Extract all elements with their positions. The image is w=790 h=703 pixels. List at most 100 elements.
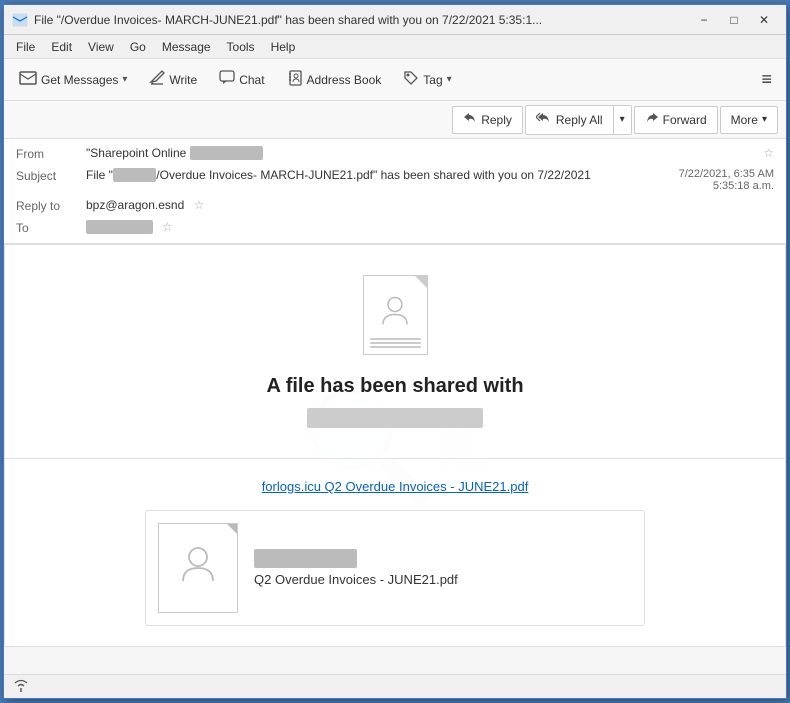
file-shared-email-blurred [307, 408, 482, 428]
reply-to-text: bpz@aragon.esnd [86, 198, 184, 212]
subject-text-middle: /Overdue Invoices- MARCH-JUNE21.pdf" has… [156, 168, 591, 182]
forward-button[interactable]: Forward [634, 106, 718, 134]
email-body: 🔍 IL [4, 244, 786, 674]
file-card-name-row [254, 549, 458, 568]
reply-to-label: Reply to [16, 198, 86, 213]
menu-file[interactable]: File [8, 38, 43, 56]
get-messages-icon [19, 70, 37, 89]
file-icon-lines [370, 338, 421, 348]
tag-dropdown-icon[interactable]: ▾ [447, 74, 452, 85]
file-line-2 [370, 342, 421, 344]
more-dropdown-icon: ▾ [762, 114, 767, 125]
menu-edit[interactable]: Edit [43, 38, 80, 56]
chat-button[interactable]: Chat [210, 65, 273, 94]
file-line-3 [370, 346, 421, 348]
main-window: File " /Overdue Invoices- MARCH-JUNE21.pd… [3, 4, 787, 699]
file-shared-email [307, 408, 482, 428]
toolbar: Get Messages ▾ Write Chat [4, 59, 786, 101]
subject-value: File " /Overdue Invoices- MARCH-JUNE21.p… [86, 168, 669, 182]
menu-tools[interactable]: Tools [219, 38, 263, 56]
more-label: More [731, 113, 758, 127]
to-row: To ☆ [4, 217, 786, 239]
window-title: File "/Overdue Invoices- MARCH-JUNE21.pd… [34, 13, 690, 27]
file-icon-person-symbol [379, 295, 411, 336]
chat-icon [219, 70, 235, 89]
get-messages-label: Get Messages [41, 73, 118, 87]
time-value: 5:35:18 a.m. [679, 180, 774, 192]
reply-to-row: Reply to bpz@aragon.esnd ☆ [4, 195, 786, 217]
reply-all-label: Reply All [556, 113, 603, 127]
app-icon [12, 12, 28, 28]
address-book-icon [287, 70, 303, 89]
subject-blurred [113, 168, 156, 182]
file-shared-title: A file has been shared with [266, 375, 523, 398]
subject-date: 7/22/2021, 6:35 AM 5:35:18 a.m. [669, 168, 774, 192]
write-label: Write [169, 73, 197, 87]
get-messages-button[interactable]: Get Messages ▾ [10, 65, 136, 94]
chat-label: Chat [239, 73, 264, 87]
email-headers: From "Sharepoint Online ☆ Subject File "… [4, 139, 786, 244]
to-value: ☆ [86, 220, 774, 234]
to-star[interactable]: ☆ [162, 220, 173, 234]
from-label: From [16, 146, 86, 161]
file-card-info: Q2 Overdue Invoices - JUNE21.pdf [254, 549, 458, 587]
reply-all-dropdown-icon: ▾ [620, 114, 625, 125]
tag-icon [403, 70, 419, 89]
date-value: 7/22/2021, 6:35 AM [679, 168, 774, 180]
write-button[interactable]: Write [140, 65, 206, 94]
from-star[interactable]: ☆ [763, 146, 774, 160]
menu-go[interactable]: Go [122, 38, 154, 56]
file-card-icon [158, 523, 238, 613]
file-card-blurred [254, 549, 357, 568]
write-icon [149, 70, 165, 89]
file-icon-large [363, 275, 428, 355]
address-book-button[interactable]: Address Book [278, 65, 391, 94]
menubar: File Edit View Go Message Tools Help [4, 35, 786, 59]
status-bar [4, 674, 786, 698]
wifi-icon [12, 678, 30, 695]
menu-help[interactable]: Help [263, 38, 304, 56]
email-content: 🔍 IL [4, 244, 786, 647]
window-controls: − □ ✕ [690, 9, 778, 31]
from-row: From "Sharepoint Online ☆ [4, 143, 786, 165]
menu-view[interactable]: View [80, 38, 122, 56]
to-blurred [86, 220, 153, 234]
from-blurred [190, 146, 263, 160]
maximize-button[interactable]: □ [720, 9, 748, 31]
menu-message[interactable]: Message [154, 38, 219, 56]
link-section: forlogs.icu Q2 Overdue Invoices - JUNE21… [5, 459, 785, 646]
titlebar: File "/Overdue Invoices- MARCH-JUNE21.pd… [4, 5, 786, 35]
reply-icon [463, 112, 477, 127]
file-card-filename: Q2 Overdue Invoices - JUNE21.pdf [254, 572, 458, 587]
forward-icon [645, 112, 659, 127]
tag-label: Tag [423, 73, 442, 87]
tag-button[interactable]: Tag ▾ [394, 65, 460, 94]
file-attachment-card[interactable]: Q2 Overdue Invoices - JUNE21.pdf [145, 510, 645, 626]
subject-text-start: File " [86, 168, 113, 182]
reply-all-button[interactable]: Reply All [526, 106, 614, 134]
minimize-button[interactable]: − [690, 9, 718, 31]
more-button[interactable]: More ▾ [720, 106, 778, 134]
get-messages-dropdown-icon[interactable]: ▾ [122, 74, 127, 85]
reply-button[interactable]: Reply [452, 106, 523, 134]
action-bar: Reply Reply All ▾ For [4, 101, 786, 139]
reply-label: Reply [481, 113, 512, 127]
reply-all-icon [536, 112, 552, 127]
file-card-person-icon [178, 543, 218, 593]
file-shared-section: A file has been shared with [5, 245, 785, 459]
to-label: To [16, 220, 86, 235]
reply-to-star[interactable]: ☆ [194, 198, 205, 212]
close-button[interactable]: ✕ [750, 9, 778, 31]
from-value: "Sharepoint Online [86, 146, 757, 160]
subject-label: Subject [16, 168, 86, 183]
forward-label: Forward [663, 113, 707, 127]
address-book-label: Address Book [307, 73, 382, 87]
reply-to-value: bpz@aragon.esnd ☆ [86, 198, 774, 212]
from-text: "Sharepoint Online [86, 146, 186, 160]
subject-row: Subject File " /Overdue Invoices- MARCH-… [4, 165, 786, 195]
reply-all-dropdown-button[interactable]: ▾ [614, 106, 631, 134]
menu-hamburger-button[interactable]: ≡ [753, 65, 780, 94]
link-text[interactable]: forlogs.icu Q2 Overdue Invoices - JUNE21… [25, 479, 765, 494]
file-line-1 [370, 338, 421, 340]
reply-all-group: Reply All ▾ [525, 105, 632, 135]
